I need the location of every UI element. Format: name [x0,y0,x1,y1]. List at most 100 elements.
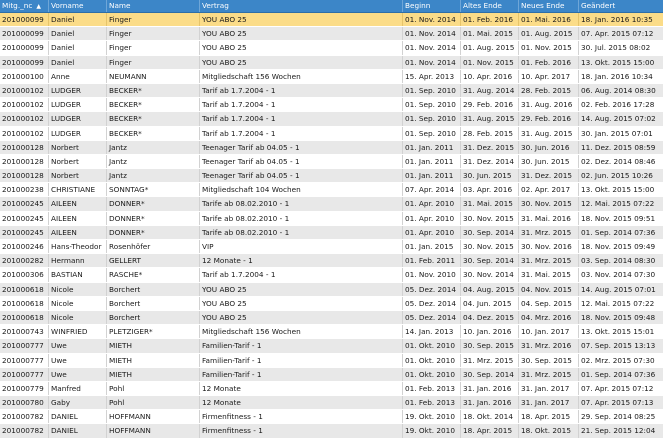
table-row[interactable]: 201000099 Daniel Finger YOU ABO 25 01. Nov. … [0,27,663,42]
cell-altes-ende: 01. Aug. 2015 [461,41,519,55]
cell-neues-ende: 02. Apr. 2017 [519,183,579,197]
cell-geaendert: 02. Feb. 2016 17:28 [581,100,655,110]
cell-mitg: 201000100 [0,69,49,83]
table-row[interactable]: 201000099 Daniel Finger YOU ABO 25 01. Nov. … [0,55,663,70]
cell-beginn: 01. Apr. 2010 [403,197,461,211]
table-row[interactable]: 201000128 Norbert Jantz Teenager Tarif ab 0… [0,154,663,170]
table-row[interactable]: 201000618 Nicole Borchert YOU ABO 25 05. Dez… [0,296,663,311]
cell-altes-ende: 10. Jan. 2016 [461,325,519,339]
table-row[interactable]: 201000246 Hans-Theodor Rosenhöfer VIP 01. Ja… [0,240,663,255]
table-row[interactable]: 201000306 BASTIAN RASCHE* Tarif ab 1.7.2004… [0,268,663,283]
table-row[interactable]: 201000099 Daniel Finger YOU ABO 25 01. Nov. … [0,13,663,28]
cell-vorname: Norbert [49,140,107,154]
cell-altes-ende: 30. Sep. 2014 [461,254,519,268]
cell-vorname: Nicole [49,310,107,325]
cell-geaendert: 07. Apr. 2015 07:12 [581,383,654,393]
cell-mitg: 201000102 [0,98,49,112]
table-row[interactable]: 201000743 WINFRIED PLETZIGER* Mitgliedschaf… [0,325,663,340]
cell-beginn: 01. Feb. 2011 [403,254,461,268]
cell-mitg: 201000128 [0,140,49,154]
table-row[interactable]: 201000238 CHRISTIANE SONNTAG* Mitgliedschaf… [0,183,663,198]
table-row[interactable]: 201000782 DANIEL HOFFMANN Firmenfitness - 1… [0,410,663,425]
column-header-label: Neues Ende [521,1,565,10]
table-row[interactable]: 201000102 LUDGER BECKER* Tarif ab 1.7.2004 … [0,98,663,113]
cell-altes-ende: 04. Aug. 2015 [461,282,519,296]
table-row[interactable]: 201000099 Daniel Finger YOU ABO 25 01. Nov. … [0,41,663,56]
cell-geaendert: 18. Nov. 2015 09:49 [581,242,656,251]
table-row[interactable]: 201000128 Norbert Jantz Teenager Tarif ab 0… [0,140,663,155]
cell-geaendert: 07. Apr. 2015 07:12 [581,29,654,39]
cell-beginn: 01. Jan. 2011 [403,169,461,183]
cell-geaendert: 18. Nov. 2015 09:48 [581,312,656,322]
sort-ascending-icon[interactable]: ▲ [36,1,41,12]
cell-geaendert: 13. Okt. 2015 15:01 [581,327,655,337]
table-row[interactable]: 201000777 Uwe MIETH Familien-Tarif - 1 01. O… [0,353,663,368]
table-row[interactable]: 201000780 Gaby Pohl 12 Monate 01. Feb. 2013 3… [0,396,663,411]
cell-vorname: Uwe [49,339,107,353]
grid-body: 201000099 Daniel Finger YOU ABO 25 01. Nov. … [0,13,663,439]
table-row[interactable]: 201000102 LUDGER BECKER* Tarif ab 1.7.2004 … [0,112,663,127]
table-row[interactable]: 201000100 Anne NEUMANN Mitgliedschaft 156 W… [0,69,663,84]
table-row[interactable]: 201000777 Uwe MIETH Familien-Tarif - 1 01. O… [0,339,663,354]
cell-vertrag: VIP [200,240,403,254]
cell-mitg: 201000743 [0,325,49,339]
cell-beginn: 01. Sep. 2010 [403,83,461,98]
table-row[interactable]: 201000779 Manfred Pohl 12 Monate 01. Feb. 20… [0,381,663,397]
cell-mitg: 201000777 [0,353,49,367]
cell-altes-ende: 29. Feb. 2016 [461,98,519,112]
cell-mitg: 201000618 [0,310,49,325]
table-row[interactable]: 201000618 Nicole Borchert YOU ABO 25 05. Dez… [0,310,663,326]
grid-header: Mitg._nc ▲ Vorname Name Vertrag Beginn Altes E… [0,0,663,13]
cell-beginn: 01. Nov. 2014 [403,13,461,27]
cell-beginn: 01. Sep. 2010 [403,112,461,126]
cell-vorname: Daniel [49,55,107,69]
cell-mitg: 201000245 [0,211,49,225]
table-row[interactable]: 201000245 AILEEN DONNER* Tarife ab 08.02.20… [0,211,663,226]
cell-name: BECKER* [107,126,200,140]
table-row[interactable]: 201000245 AILEEN DONNER* Tarife ab 08.02.20… [0,197,663,212]
cell-name: PLETZIGER* [107,325,200,339]
cell-altes-ende: 01. Nov. 2015 [461,55,519,69]
cell-name: Finger [107,27,200,41]
column-header-name[interactable]: Name [107,0,200,12]
cell-beginn: 01. Nov. 2014 [403,41,461,55]
cell-vertrag: Tarif ab 1.7.2004 - 1 [200,98,403,112]
table-row[interactable]: 201000102 LUDGER BECKER* Tarif ab 1.7.2004 … [0,83,663,99]
cell-vorname: Daniel [49,27,107,41]
column-header-neues-ende[interactable]: Neues Ende [519,0,579,12]
cell-mitg: 201000780 [0,396,49,410]
cell-vertrag: Familien-Tarif - 1 [200,353,403,367]
cell-vorname: Daniel [49,41,107,55]
column-header-geaendert[interactable]: Geändert [579,0,663,12]
cell-name: HOFFMANN [107,410,200,424]
column-header-vorname[interactable]: Vorname [49,0,107,12]
cell-mitg: 201000099 [0,41,49,55]
cell-altes-ende: 31. Dez. 2014 [461,154,519,169]
table-row[interactable]: 201000777 Uwe MIETH Familien-Tarif - 1 01. O… [0,367,663,382]
cell-neues-ende: 30. Jun. 2015 [519,154,579,169]
cell-altes-ende: 04. Dez. 2015 [461,310,519,325]
cell-vorname: Norbert [49,169,107,183]
cell-geaendert: 02. Dez. 2014 08:46 [581,156,656,166]
table-row[interactable]: 201000128 Norbert Jantz Teenager Tarif ab 0… [0,169,663,184]
cell-vorname: Hermann [49,254,107,268]
table-row[interactable]: 201000618 Nicole Borchert YOU ABO 25 05. Dez… [0,282,663,297]
cell-name: Borchert [107,282,200,296]
cell-name: BECKER* [107,98,200,112]
table-row[interactable]: 201000782 DANIEL HOFFMANN Firmenfitness - 1… [0,424,663,439]
table-row[interactable]: 201000245 AILEEN DONNER* Tarife ab 08.02.20… [0,225,663,240]
table-row[interactable]: 201000282 Hermann GELLERT 12 Monate - 1 01. … [0,254,663,269]
column-header-altes-ende[interactable]: Altes Ende [461,0,519,12]
column-header-beginn[interactable]: Beginn [403,0,461,12]
cell-beginn: 19. Okt. 2010 [403,410,461,424]
cell-beginn: 01. Nov. 2014 [403,55,461,69]
table-row[interactable]: 201000102 LUDGER BECKER* Tarif ab 1.7.2004 … [0,126,663,141]
column-header-mitg[interactable]: Mitg._nc ▲ [0,0,49,12]
cell-altes-ende: 31. Dez. 2015 [461,140,519,154]
cell-name: Finger [107,41,200,55]
cell-mitg: 201000777 [0,339,49,353]
cell-vorname: LUDGER [49,83,107,98]
cell-name: Jantz [107,154,200,169]
cell-beginn: 01. Jan. 2011 [403,140,461,154]
column-header-vertrag[interactable]: Vertrag [200,0,403,12]
